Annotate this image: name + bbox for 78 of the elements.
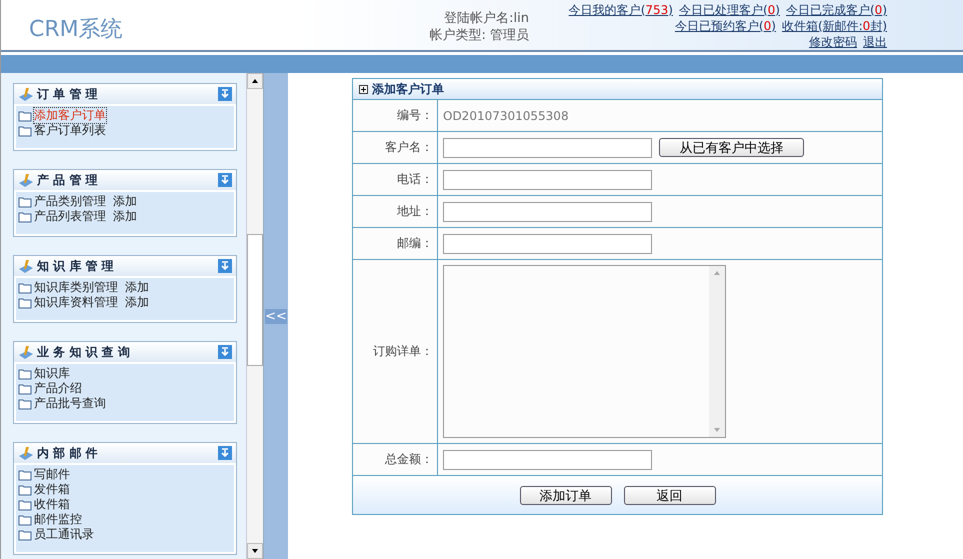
book-pen-icon bbox=[18, 86, 34, 102]
header-link[interactable]: 修改密码 bbox=[809, 34, 857, 50]
folder-icon bbox=[18, 514, 32, 526]
input-field[interactable] bbox=[443, 234, 652, 254]
expand-icon[interactable] bbox=[359, 84, 368, 94]
scrollbar[interactable] bbox=[246, 73, 263, 559]
header-link[interactable]: 今日我的客户(753) bbox=[568, 2, 673, 18]
folder-icon bbox=[18, 210, 32, 222]
menu-item[interactable]: 写邮件 bbox=[34, 467, 70, 482]
add-link[interactable]: 添加 bbox=[125, 280, 149, 295]
header-link[interactable]: 今日已完成客户(0) bbox=[786, 2, 887, 18]
collapse-icon[interactable] bbox=[218, 173, 232, 187]
menu-item[interactable]: 发件箱 bbox=[34, 482, 70, 497]
field-label: 客户名： bbox=[385, 139, 433, 156]
book-pen-icon bbox=[18, 445, 34, 461]
book-pen-icon bbox=[18, 344, 34, 360]
menu-item[interactable]: 客户订单列表 bbox=[34, 123, 106, 138]
header-link[interactable]: 今日已预约客户(0) bbox=[674, 18, 776, 34]
menu-item[interactable]: 知识库资料管理 bbox=[34, 295, 118, 310]
account-type: 帐户类型: 管理员 bbox=[429, 27, 529, 44]
account-name: 登陆帐户名:lin bbox=[444, 10, 529, 27]
collapse-icon[interactable] bbox=[218, 446, 232, 460]
menu-item[interactable]: 邮件监控 bbox=[34, 512, 82, 527]
header-link[interactable]: 退出 bbox=[863, 34, 887, 50]
header-link[interactable]: 今日已处理客户(0) bbox=[678, 2, 780, 18]
menu-item[interactable]: 添加客户订单 bbox=[34, 108, 106, 123]
menu-item[interactable]: 产品批号查询 bbox=[34, 396, 106, 411]
folder-icon bbox=[18, 398, 32, 410]
menu-item[interactable]: 产品类别管理 bbox=[34, 194, 106, 209]
input-field[interactable] bbox=[443, 170, 652, 190]
menu-item[interactable]: 收件箱 bbox=[34, 497, 70, 512]
form-button[interactable]: 添加订单 bbox=[520, 486, 612, 504]
form-title: 添加客户订单 bbox=[372, 80, 444, 98]
folder-icon bbox=[18, 468, 32, 480]
menu-item[interactable]: 产品介绍 bbox=[34, 381, 82, 396]
select-customer-button[interactable]: 从已有客户中选择 bbox=[659, 138, 804, 157]
scroll-up-icon[interactable] bbox=[251, 77, 259, 85]
section-title: 内 部 邮 件 bbox=[37, 444, 98, 462]
field-label: 总金额： bbox=[385, 451, 433, 468]
field-label: 订购详单： bbox=[373, 343, 433, 360]
folder-icon bbox=[18, 484, 32, 496]
folder-icon bbox=[18, 498, 32, 510]
folder-icon bbox=[18, 282, 32, 294]
field-label: 地址： bbox=[397, 203, 433, 220]
field-label: 邮编： bbox=[397, 235, 433, 252]
book-pen-icon bbox=[18, 258, 34, 274]
input-field[interactable] bbox=[443, 202, 652, 222]
menu-item[interactable]: 知识库 bbox=[34, 366, 70, 381]
app-logo: CRM系统 bbox=[29, 16, 124, 44]
section-title: 业 务 知 识 查 询 bbox=[37, 344, 130, 360]
field-label: 编号： bbox=[397, 107, 433, 124]
folder-icon bbox=[18, 124, 32, 136]
input-field[interactable] bbox=[443, 450, 652, 470]
section-title: 产 品 管 理 bbox=[37, 172, 98, 188]
book-pen-icon bbox=[18, 172, 34, 188]
collapse-icon[interactable] bbox=[218, 259, 232, 273]
order-number: OD20107301055308 bbox=[443, 108, 569, 122]
folder-icon bbox=[18, 382, 32, 394]
folder-icon bbox=[18, 528, 32, 540]
add-link[interactable]: 添加 bbox=[113, 194, 137, 209]
collapse-icon[interactable] bbox=[218, 345, 232, 359]
section-title: 知 识 库 管 理 bbox=[37, 258, 114, 274]
add-link[interactable]: 添加 bbox=[125, 295, 149, 310]
field-label: 电话： bbox=[397, 171, 433, 188]
menu-item[interactable]: 产品列表管理 bbox=[34, 209, 106, 224]
add-link[interactable]: 添加 bbox=[113, 209, 137, 224]
scroll-down-icon[interactable] bbox=[251, 547, 259, 555]
menu-item[interactable]: 员工通讯录 bbox=[34, 527, 94, 542]
header-link[interactable]: 收件箱(新邮件:0封) bbox=[782, 18, 887, 34]
folder-icon bbox=[18, 368, 32, 380]
input-field[interactable] bbox=[443, 138, 652, 158]
collapse-icon[interactable] bbox=[218, 87, 232, 101]
section-title: 订 单 管 理 bbox=[37, 86, 98, 102]
form-button[interactable]: 返回 bbox=[624, 486, 716, 504]
folder-icon bbox=[18, 296, 32, 308]
folder-icon bbox=[18, 110, 32, 122]
menu-item[interactable]: 知识库类别管理 bbox=[34, 280, 118, 295]
folder-icon bbox=[18, 196, 32, 208]
